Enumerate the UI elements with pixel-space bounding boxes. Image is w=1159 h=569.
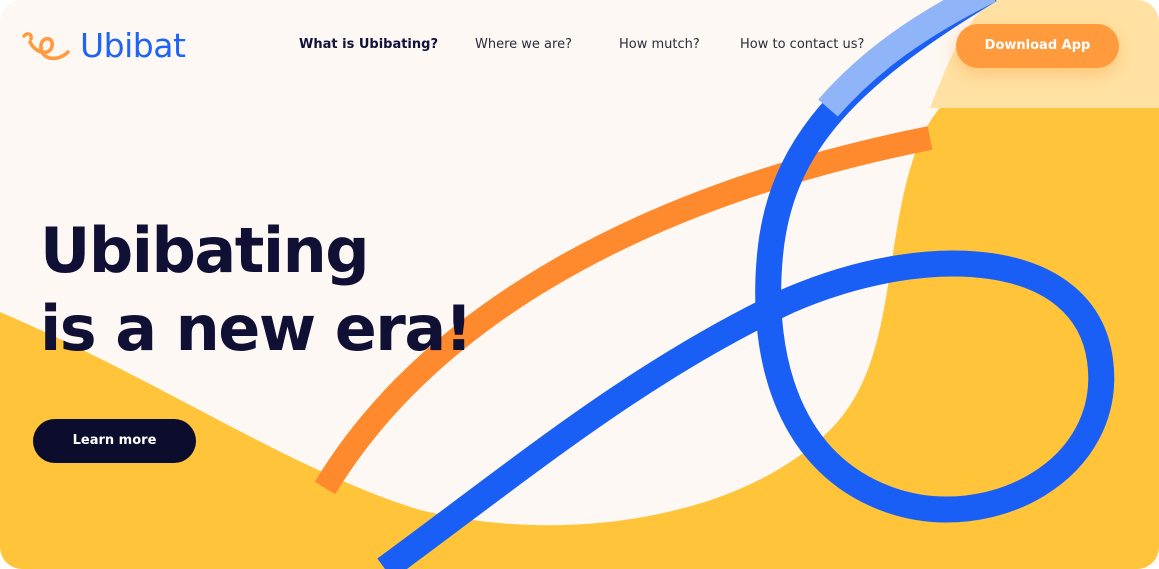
nav-link-how-much[interactable]: How mutch?	[619, 36, 700, 54]
nav-link-contact[interactable]: How to contact us?	[740, 36, 864, 54]
swirl-e-logo-icon	[22, 32, 70, 61]
hero-heading-line-2: is a new era!	[40, 292, 473, 365]
top-navigation: Ubibat What is Ubibating? Where we are? …	[0, 0, 1159, 90]
download-app-button[interactable]: Download App	[956, 24, 1119, 68]
brand-logo[interactable]: Ubibat	[22, 26, 186, 66]
landing-page: Ubibat What is Ubibating? Where we are? …	[0, 0, 1159, 569]
brand-name: Ubibat	[80, 26, 186, 65]
learn-more-button[interactable]: Learn more	[33, 419, 196, 463]
nav-link-where-we-are[interactable]: Where we are?	[475, 36, 572, 54]
hero-heading-line-1: Ubibating	[40, 214, 370, 287]
nav-link-what-is-ubibating[interactable]: What is Ubibating?	[299, 36, 438, 54]
hero-heading: Ubibating is a new era!	[40, 212, 473, 368]
